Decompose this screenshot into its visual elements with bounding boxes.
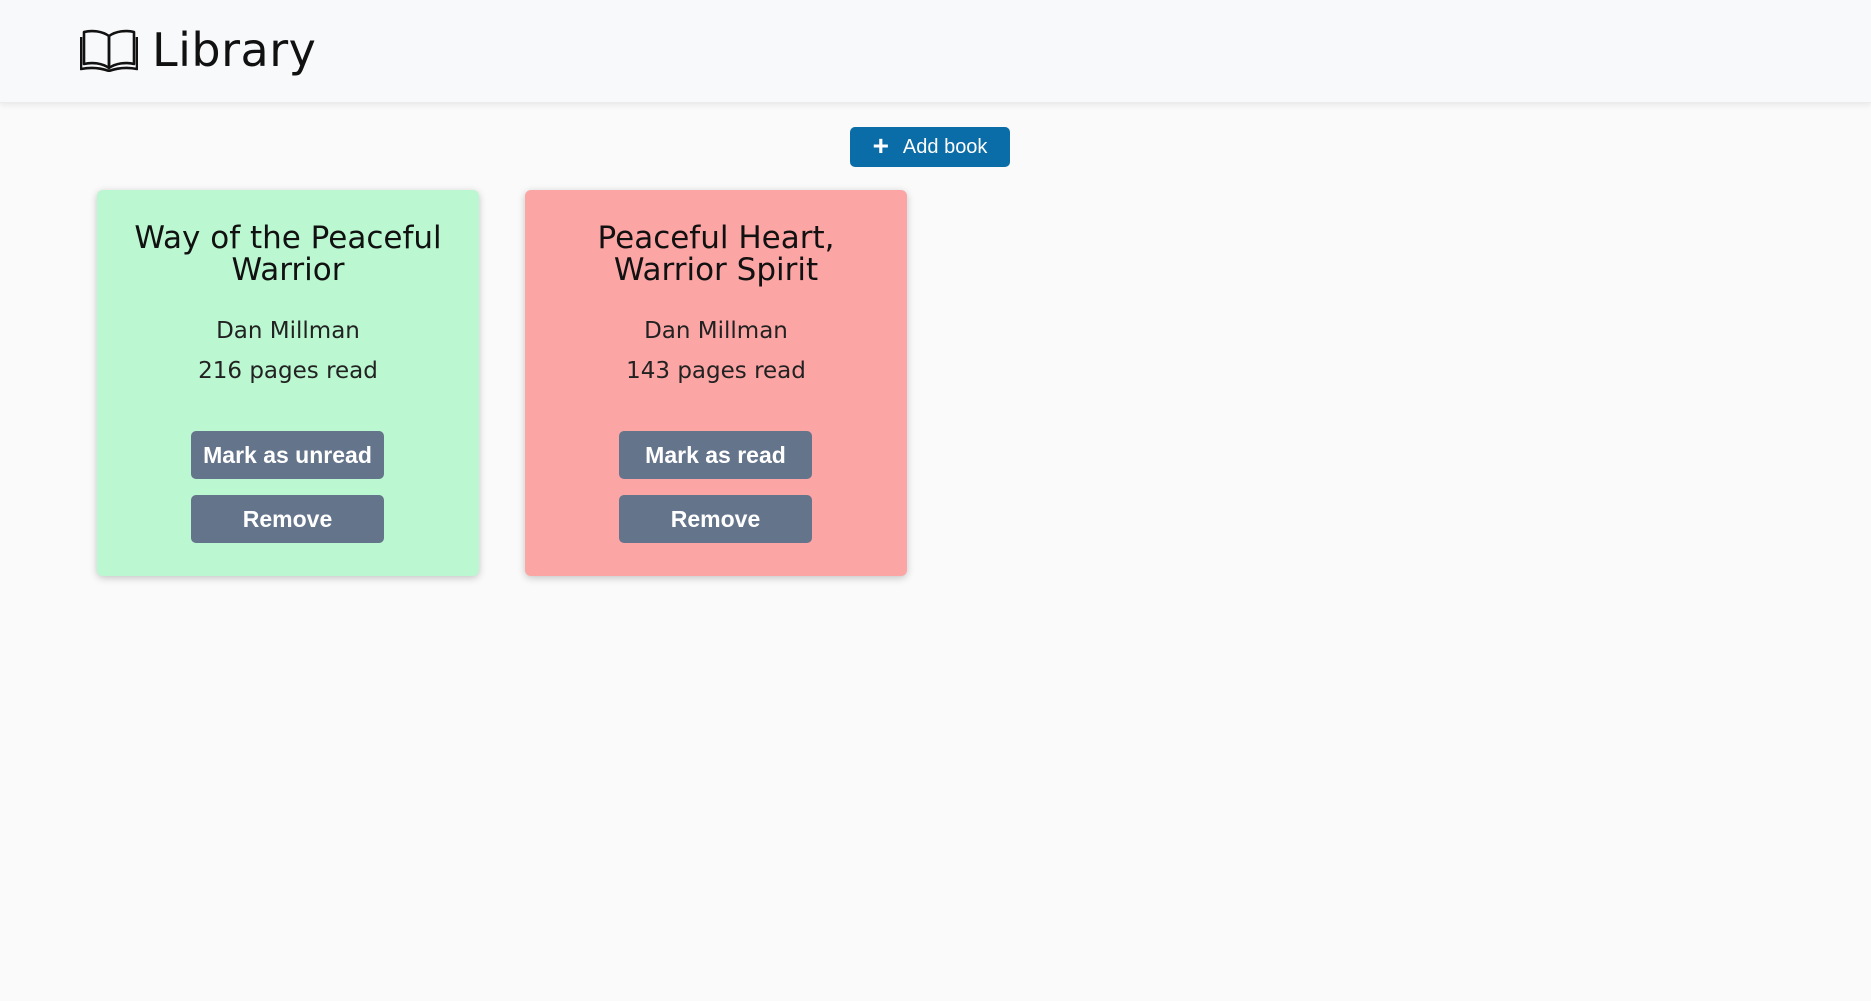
book-title: Peaceful Heart, Warrior Spirit	[597, 220, 835, 288]
mark-unread-button[interactable]: Mark as unread	[191, 431, 384, 479]
book-card: Way of the Peaceful Warrior Dan Millman …	[97, 190, 479, 576]
book-author: Dan Millman	[216, 318, 360, 344]
app-header: Library	[0, 0, 1871, 103]
mark-read-button[interactable]: Mark as read	[619, 431, 812, 479]
book-author: Dan Millman	[644, 318, 788, 344]
remove-button[interactable]: Remove	[619, 495, 812, 543]
book-pages: 216 pages read	[198, 358, 378, 384]
book-pages: 143 pages read	[626, 358, 806, 384]
book-title: Way of the Peaceful Warrior	[134, 220, 442, 288]
open-book-icon	[80, 29, 138, 72]
add-book-button[interactable]: + Add book	[850, 127, 1010, 167]
plus-icon: +	[872, 129, 889, 161]
book-card: Peaceful Heart, Warrior Spirit Dan Millm…	[525, 190, 907, 576]
remove-button[interactable]: Remove	[191, 495, 384, 543]
add-book-label: Add book	[902, 135, 988, 158]
app-title: Library	[152, 23, 317, 77]
brand: Library	[80, 22, 316, 78]
